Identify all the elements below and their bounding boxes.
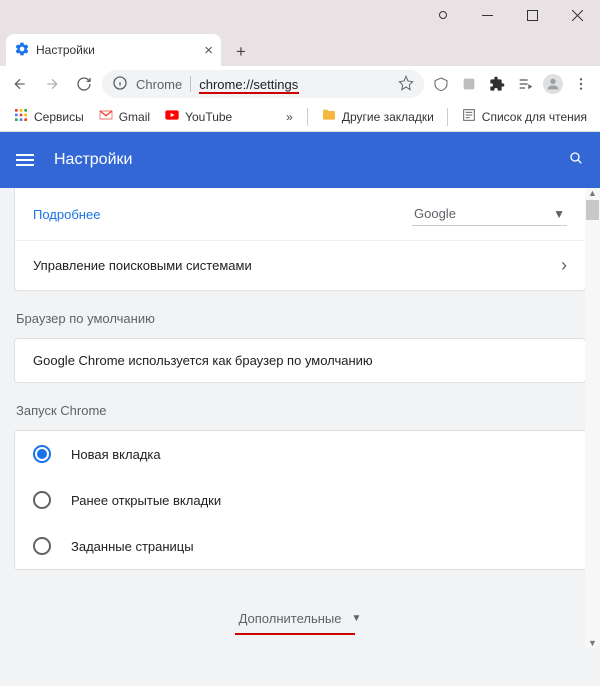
omnibox[interactable]: Chrome chrome://settings bbox=[102, 70, 424, 98]
profile-button[interactable] bbox=[540, 70, 566, 98]
reading-list-icon bbox=[461, 107, 477, 126]
radio-label: Новая вкладка bbox=[71, 447, 161, 462]
gear-icon bbox=[14, 41, 30, 60]
separator bbox=[307, 108, 308, 126]
search-engine-card: Подробнее Google ▼ Управление поисковыми… bbox=[14, 188, 586, 291]
other-bookmarks-label: Другие закладки bbox=[342, 110, 434, 124]
startup-option-newtab[interactable]: Новая вкладка bbox=[15, 431, 585, 477]
section-default-browser: Браузер по умолчанию bbox=[16, 311, 584, 326]
browser-toolbar: Chrome chrome://settings bbox=[0, 66, 600, 102]
window-restore-hint-icon bbox=[439, 11, 447, 19]
default-browser-card: Google Chrome используется как браузер п… bbox=[14, 338, 586, 383]
omnibox-separator bbox=[190, 76, 191, 92]
separator bbox=[447, 108, 448, 126]
scroll-up-arrow-icon[interactable]: ▲ bbox=[588, 188, 597, 198]
bookmark-label: YouTube bbox=[185, 110, 232, 124]
window-titlebar bbox=[0, 0, 600, 30]
chevron-down-icon: ▼ bbox=[553, 207, 565, 221]
extension-slot-icon[interactable] bbox=[456, 70, 482, 98]
advanced-toggle-button[interactable]: Дополнительные ▼ bbox=[235, 605, 366, 632]
manage-search-engines-row[interactable]: Управление поисковыми системами › bbox=[15, 240, 585, 290]
new-tab-button[interactable]: + bbox=[227, 38, 255, 66]
advanced-label: Дополнительные bbox=[239, 611, 342, 626]
startup-card: Новая вкладка Ранее открытые вкладки Зад… bbox=[14, 430, 586, 570]
apps-grid-icon bbox=[13, 107, 29, 126]
startup-option-continue[interactable]: Ранее открытые вкладки bbox=[15, 477, 585, 523]
radio-selected-icon bbox=[33, 445, 51, 463]
reload-button[interactable] bbox=[70, 70, 98, 98]
settings-header: Настройки bbox=[0, 132, 600, 188]
radio-label: Заданные страницы bbox=[71, 539, 194, 554]
tab-title: Настройки bbox=[36, 43, 198, 57]
close-tab-button[interactable]: × bbox=[204, 42, 213, 59]
close-window-button[interactable] bbox=[555, 1, 600, 29]
bookmark-label: Gmail bbox=[119, 110, 150, 124]
bookmark-overflow-button[interactable]: » bbox=[286, 110, 293, 124]
advanced-section: Дополнительные ▼ bbox=[0, 605, 600, 632]
forward-button[interactable] bbox=[38, 70, 66, 98]
search-engine-row: Подробнее bbox=[33, 207, 412, 222]
chevron-down-icon: ▼ bbox=[352, 613, 362, 624]
media-icon[interactable] bbox=[512, 70, 538, 98]
default-browser-status: Google Chrome используется как браузер п… bbox=[33, 353, 567, 368]
settings-title: Настройки bbox=[54, 151, 548, 169]
bookmark-youtube[interactable]: YouTube bbox=[159, 104, 237, 129]
vertical-scrollbar[interactable]: ▲ ▼ bbox=[585, 188, 600, 648]
tabstrip: Настройки × + bbox=[0, 30, 600, 66]
back-button[interactable] bbox=[6, 70, 34, 98]
radio-unselected-icon bbox=[33, 491, 51, 509]
bookmark-gmail[interactable]: Gmail bbox=[93, 104, 155, 129]
youtube-icon bbox=[164, 107, 180, 126]
radio-unselected-icon bbox=[33, 537, 51, 555]
extensions-icon[interactable] bbox=[484, 70, 510, 98]
settings-content: Подробнее Google ▼ Управление поисковыми… bbox=[0, 188, 600, 686]
minimize-button[interactable] bbox=[465, 1, 510, 29]
select-value: Google bbox=[414, 206, 456, 221]
bookmark-star-icon[interactable] bbox=[398, 75, 414, 94]
row-label: Управление поисковыми системами bbox=[33, 258, 561, 273]
settings-search-button[interactable] bbox=[568, 150, 584, 171]
search-engine-select[interactable]: Google ▼ bbox=[412, 202, 567, 226]
reading-list-button[interactable]: Список для чтения bbox=[456, 104, 592, 129]
gmail-icon bbox=[98, 107, 114, 126]
chrome-menu-button[interactable] bbox=[568, 70, 594, 98]
pocket-icon[interactable] bbox=[428, 70, 454, 98]
browser-tab[interactable]: Настройки × bbox=[6, 34, 221, 66]
section-startup: Запуск Chrome bbox=[16, 403, 584, 418]
maximize-button[interactable] bbox=[510, 1, 555, 29]
startup-option-pages[interactable]: Заданные страницы bbox=[15, 523, 585, 569]
settings-menu-button[interactable] bbox=[16, 154, 34, 166]
omnibox-url: chrome://settings bbox=[199, 77, 390, 92]
apps-shortcut[interactable]: Сервисы bbox=[8, 104, 89, 129]
reading-list-label: Список для чтения bbox=[482, 110, 587, 124]
bookmarks-bar: Сервисы Gmail YouTube » Другие закладки … bbox=[0, 102, 600, 132]
omnibox-scheme: Chrome bbox=[136, 77, 182, 92]
folder-icon bbox=[321, 107, 337, 126]
apps-label: Сервисы bbox=[34, 110, 84, 124]
chevron-right-icon: › bbox=[561, 255, 567, 276]
scroll-down-arrow-icon[interactable]: ▼ bbox=[588, 638, 597, 648]
radio-label: Ранее открытые вкладки bbox=[71, 493, 221, 508]
scrollbar-thumb[interactable] bbox=[586, 200, 599, 220]
learn-more-link[interactable]: Подробнее bbox=[33, 207, 412, 222]
other-bookmarks-button[interactable]: Другие закладки bbox=[316, 104, 439, 129]
site-info-icon[interactable] bbox=[112, 75, 128, 94]
